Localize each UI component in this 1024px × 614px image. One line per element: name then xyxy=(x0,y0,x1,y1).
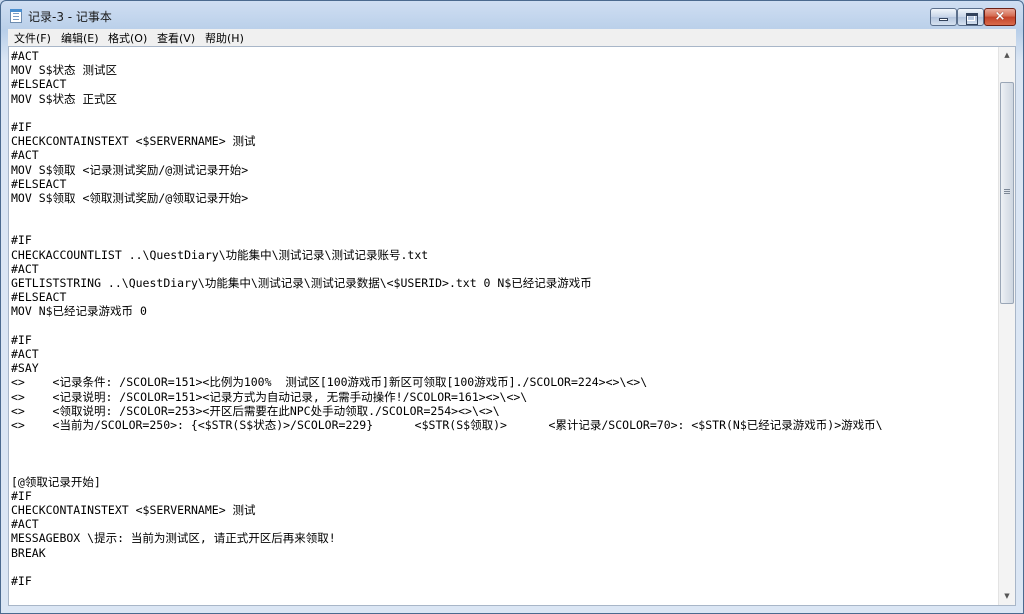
text-line: CHECKCONTAINSTEXT <$SERVERNAME> 测试 xyxy=(11,134,256,149)
menu-view[interactable]: 查看(V) xyxy=(157,30,195,46)
text-line: #ACT xyxy=(11,261,39,276)
text-line: [@领取记录开始] xyxy=(11,474,101,489)
text-line: #IF xyxy=(11,488,32,503)
grip-line xyxy=(1004,193,1010,194)
scroll-down-arrow-icon[interactable]: ▼ xyxy=(999,588,1015,605)
minimize-icon xyxy=(931,9,956,25)
title-bar[interactable]: 记录-3 - 记事本 × xyxy=(1,1,1023,29)
menu-bar: 文件(F) 编辑(E) 格式(O) 查看(V) 帮助(H) xyxy=(8,29,1016,47)
text-line xyxy=(11,446,998,460)
text-line xyxy=(11,560,998,574)
text-line: #ELSEACT xyxy=(11,176,67,191)
close-button[interactable]: × xyxy=(984,8,1016,26)
notepad-icon xyxy=(10,9,22,23)
text-line: <> <领取说明: /SCOLOR=253><开区后需要在此NPC处手动领取./… xyxy=(11,403,500,418)
window-title: 记录-3 - 记事本 xyxy=(28,10,112,24)
notepad-window: 记录-3 - 记事本 × 文件(F) 编辑(E) 格式(O) 查看(V) 帮助(… xyxy=(0,0,1024,614)
text-line: MOV N$已经记录游戏币 0 xyxy=(11,304,147,319)
menu-edit[interactable]: 编辑(E) xyxy=(61,30,99,46)
text-line: #ACT xyxy=(11,49,39,63)
grip-line xyxy=(1004,191,1010,192)
scroll-thumb[interactable] xyxy=(1000,82,1014,304)
text-line: MOV S$领取 <领取测试奖励/@领取记录开始> xyxy=(11,190,249,205)
text-line xyxy=(11,219,998,233)
close-icon: × xyxy=(994,9,1006,24)
minimize-button[interactable] xyxy=(930,8,957,26)
text-line: BREAK xyxy=(11,545,46,560)
text-line: CHECKACCOUNTLIST ..\QuestDiary\功能集中\测试记录… xyxy=(11,247,429,262)
text-line xyxy=(11,106,998,120)
text-line: MOV S$状态 正式区 xyxy=(11,91,117,106)
text-line: #ACT xyxy=(11,517,39,532)
text-line: <> <记录条件: /SCOLOR=151><比例为100% 测试区[100游戏… xyxy=(11,375,648,390)
menu-format[interactable]: 格式(O) xyxy=(108,30,147,46)
scroll-up-arrow-icon[interactable]: ▲ xyxy=(999,47,1015,64)
text-line: MOV S$领取 <记录测试奖励/@测试记录开始> xyxy=(11,162,249,177)
text-line xyxy=(11,205,998,219)
text-line xyxy=(11,319,998,333)
text-line: #SAY xyxy=(11,361,39,376)
text-line: <> <当前为/SCOLOR=250>: {<$STR(S$状态)>/SCOLO… xyxy=(11,417,883,432)
vertical-scrollbar[interactable]: ▲ ▼ xyxy=(998,47,1015,605)
text-line: <> <记录说明: /SCOLOR=151><记录方式为自动记录, 无需手动操作… xyxy=(11,389,528,404)
text-line: #IF xyxy=(11,573,32,588)
editor-area: #ACT MOV S$状态 测试区 #ELSEACT MOV S$状态 正式区 #IF C… xyxy=(8,46,1016,606)
text-line: MESSAGEBOX \提示: 当前为测试区, 请正式开区后再来领取! xyxy=(11,531,336,546)
text-line: #ACT xyxy=(11,148,39,163)
maximize-icon xyxy=(958,9,983,25)
text-line: #ACT xyxy=(11,346,39,361)
menu-help[interactable]: 帮助(H) xyxy=(205,30,244,46)
maximize-button[interactable] xyxy=(957,8,984,26)
text-editor[interactable]: #ACT MOV S$状态 测试区 #ELSEACT MOV S$状态 正式区 #IF C… xyxy=(9,47,998,605)
text-line: #ELSEACT xyxy=(11,290,67,305)
text-line: #ELSEACT xyxy=(11,77,67,92)
text-line: CHECKCONTAINSTEXT <$SERVERNAME> 测试 xyxy=(11,503,256,517)
text-line xyxy=(11,432,998,446)
text-line: MOV S$状态 测试区 xyxy=(11,63,117,78)
menu-file[interactable]: 文件(F) xyxy=(14,30,51,46)
text-line: #IF xyxy=(11,233,32,248)
text-line xyxy=(11,460,998,474)
text-line: #IF xyxy=(11,332,32,347)
text-line: GETLISTSTRING ..\QuestDiary\功能集中\测试记录\测试… xyxy=(11,276,592,290)
text-line: #IF xyxy=(11,119,32,134)
grip-line xyxy=(1004,189,1010,190)
